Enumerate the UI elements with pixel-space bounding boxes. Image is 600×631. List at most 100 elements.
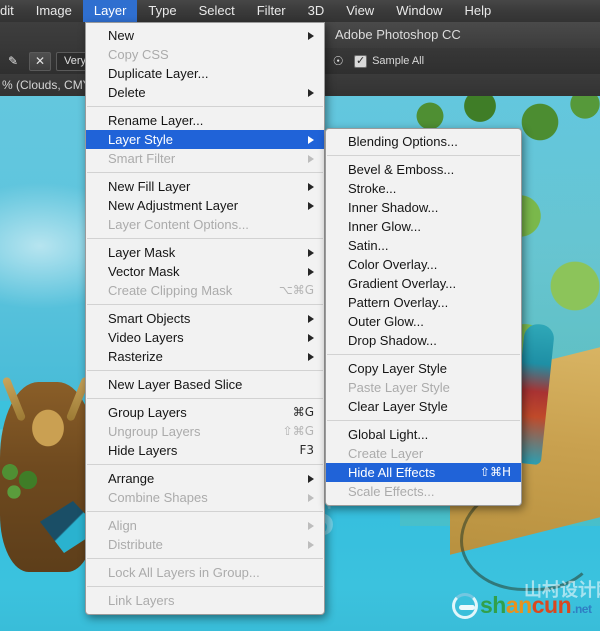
- layer-style-separator: [327, 155, 520, 156]
- menubar-item-3d[interactable]: 3D: [297, 0, 336, 22]
- layer-menu-item-delete[interactable]: Delete: [86, 83, 324, 102]
- menu-item-label: Hide Layers: [108, 443, 178, 458]
- layer-menu-separator: [87, 464, 323, 465]
- watermark-zh-text: 山村设计网: [524, 580, 600, 601]
- layer-menu-separator: [87, 370, 323, 371]
- menu-item-label: Bevel & Emboss...: [348, 162, 455, 177]
- layer-menu-item-layer-mask[interactable]: Layer Mask: [86, 243, 324, 262]
- layer-menu-item-group-layers[interactable]: Group Layers ⌘G: [86, 403, 324, 422]
- menubar-item-dit[interactable]: dit: [0, 0, 25, 22]
- layer-menu-item-rename-layer[interactable]: Rename Layer...: [86, 111, 324, 130]
- menu-item-label: New Layer Based Slice: [108, 377, 243, 392]
- menu-item-label: Global Light...: [348, 427, 429, 442]
- menu-item-label: Duplicate Layer...: [108, 66, 209, 81]
- watermark-swirl-icon: [452, 592, 478, 619]
- layer-menu-item-duplicate-layer[interactable]: Duplicate Layer...: [86, 64, 324, 83]
- layer-menu-item-arrange[interactable]: Arrange: [86, 469, 324, 488]
- airbrush-icon[interactable]: ☉: [327, 52, 349, 71]
- submenu-arrow-icon: [308, 521, 314, 530]
- menu-item-label: Scale Effects...: [348, 484, 435, 499]
- submenu-arrow-icon: [308, 88, 314, 97]
- menubar-item-image[interactable]: Image: [25, 0, 83, 22]
- layer-menu-item-smart-filter: Smart Filter: [86, 149, 324, 168]
- menu-item-shortcut: ⇧⌘G: [282, 424, 314, 438]
- layer-menu-item-combine-shapes: Combine Shapes: [86, 488, 324, 507]
- sample-all-checkbox[interactable]: ✓: [354, 54, 368, 68]
- menu-item-label: Smart Filter: [108, 151, 176, 166]
- menubar-item-filter[interactable]: Filter: [246, 0, 297, 22]
- layer-menu-item-new-adjustment-layer[interactable]: New Adjustment Layer: [86, 196, 324, 215]
- menubar-item-window[interactable]: Window: [385, 0, 453, 22]
- submenu-arrow-icon: [308, 352, 314, 361]
- menubar-item-type[interactable]: Type: [137, 0, 187, 22]
- submenu-arrow-icon: [308, 31, 314, 40]
- layer-menu-item-layer-style[interactable]: Layer Style: [86, 130, 324, 149]
- layer-style-item-stroke[interactable]: Stroke...: [326, 179, 521, 198]
- menu-item-label: Layer Mask: [108, 245, 176, 260]
- menu-item-label: Clear Layer Style: [348, 399, 448, 414]
- layer-menu-item-align: Align: [86, 516, 324, 535]
- menu-item-label: Pattern Overlay...: [348, 295, 449, 310]
- layer-style-separator: [327, 354, 520, 355]
- layer-menu-item-new-layer-based-slice[interactable]: New Layer Based Slice: [86, 375, 324, 394]
- menu-item-label: Delete: [108, 85, 146, 100]
- menu-item-label: Vector Mask: [108, 264, 180, 279]
- menu-item-label: Group Layers: [108, 405, 187, 420]
- submenu-arrow-icon: [308, 267, 314, 276]
- menu-item-label: New Adjustment Layer: [108, 198, 239, 213]
- brush-icon[interactable]: ✎: [2, 52, 24, 71]
- menu-item-label: Layer Style: [108, 132, 174, 147]
- layer-menu-item-link-layers: Link Layers: [86, 591, 324, 610]
- layer-style-item-copy-layer-style[interactable]: Copy Layer Style: [326, 359, 521, 378]
- layer-style-item-scale-effects: Scale Effects...: [326, 482, 521, 501]
- layer-menu-separator: [87, 586, 323, 587]
- layer-menu-separator: [87, 106, 323, 107]
- menu-item-label: Satin...: [348, 238, 389, 253]
- layer-menu-item-rasterize[interactable]: Rasterize: [86, 347, 324, 366]
- layer-menu-item-vector-mask[interactable]: Vector Mask: [86, 262, 324, 281]
- layer-menu-item-smart-objects[interactable]: Smart Objects: [86, 309, 324, 328]
- layer-style-item-hide-all-effects[interactable]: Hide All Effects ⇧⌘H: [326, 463, 521, 482]
- layer-menu-item-video-layers[interactable]: Video Layers: [86, 328, 324, 347]
- layer-menu-item-new-fill-layer[interactable]: New Fill Layer: [86, 177, 324, 196]
- layer-style-item-inner-shadow[interactable]: Inner Shadow...: [326, 198, 521, 217]
- layer-style-item-blending-options[interactable]: Blending Options...: [326, 132, 521, 151]
- layer-menu-item-layer-content-options: Layer Content Options...: [86, 215, 324, 234]
- layer-style-item-drop-shadow[interactable]: Drop Shadow...: [326, 331, 521, 350]
- photoshop-window: STYLES shancun.net 山村设计网 Adobe Photoshop…: [0, 0, 600, 631]
- layer-style-item-satin[interactable]: Satin...: [326, 236, 521, 255]
- menu-item-label: Color Overlay...: [348, 257, 438, 272]
- menu-item-label: Link Layers: [108, 593, 175, 608]
- menu-item-label: Combine Shapes: [108, 490, 208, 505]
- layer-menu-item-hide-layers[interactable]: Hide Layers F3: [86, 441, 324, 460]
- menubar-item-select[interactable]: Select: [188, 0, 246, 22]
- layer-style-item-clear-layer-style[interactable]: Clear Layer Style: [326, 397, 521, 416]
- layer-menu-item-lock-all-layers-in-group: Lock All Layers in Group...: [86, 563, 324, 582]
- menu-item-label: Create Clipping Mask: [108, 283, 233, 298]
- watermark-domain: .net: [572, 602, 592, 616]
- menu-item-label: Copy Layer Style: [348, 361, 447, 376]
- menu-item-shortcut: ⌥⌘G: [278, 283, 314, 297]
- layer-style-item-gradient-overlay[interactable]: Gradient Overlay...: [326, 274, 521, 293]
- submenu-arrow-icon: [308, 333, 314, 342]
- layer-style-submenu[interactable]: Blending Options... Bevel & Emboss... Stro…: [325, 128, 522, 506]
- menubar-item-help[interactable]: Help: [453, 0, 502, 22]
- layer-style-item-pattern-overlay[interactable]: Pattern Overlay...: [326, 293, 521, 312]
- menu-item-label: Create Layer: [348, 446, 424, 461]
- wm-letter-a: a: [505, 592, 519, 618]
- layer-menu-item-new[interactable]: New: [86, 26, 324, 45]
- erase-mixer-icon[interactable]: ✕: [29, 51, 51, 71]
- submenu-arrow-icon: [308, 154, 314, 163]
- layer-style-item-outer-glow[interactable]: Outer Glow...: [326, 312, 521, 331]
- layer-dropdown-menu[interactable]: New Copy CSS Duplicate Layer... Delete Renam…: [85, 22, 325, 615]
- menu-item-label: Stroke...: [348, 181, 397, 196]
- layer-menu-item-distribute: Distribute: [86, 535, 324, 554]
- layer-style-item-inner-glow[interactable]: Inner Glow...: [326, 217, 521, 236]
- sample-all-label: Sample All: [372, 55, 425, 67]
- layer-style-item-color-overlay[interactable]: Color Overlay...: [326, 255, 521, 274]
- layer-style-item-bevel-emboss[interactable]: Bevel & Emboss...: [326, 160, 521, 179]
- layer-style-item-global-light[interactable]: Global Light...: [326, 425, 521, 444]
- menubar-item-view[interactable]: View: [335, 0, 385, 22]
- menubar-item-layer[interactable]: Layer: [82, 0, 138, 22]
- wm-letter-s: s: [480, 592, 493, 618]
